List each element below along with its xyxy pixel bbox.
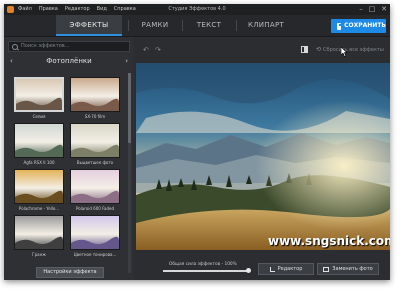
preview-hills: [71, 98, 119, 111]
effect-thumbnail[interactable]: Выцветшее фото: [70, 123, 120, 168]
scrollbar-thumb[interactable]: [128, 73, 131, 143]
effect-thumbnail[interactable]: Polaroid 600 Faded: [70, 169, 120, 214]
search-icon: [12, 44, 18, 50]
category-next-arrow-icon[interactable]: ›: [125, 56, 128, 67]
before-after-icon[interactable]: [301, 46, 308, 53]
menu-bar: Файл Правка Редактор Вид Справка: [18, 5, 136, 14]
close-icon[interactable]: ✕: [379, 4, 389, 15]
effect-thumbnail-label: Agfa RSX II 100: [23, 160, 55, 165]
maximize-icon[interactable]: □: [367, 4, 377, 15]
mouse-cursor-icon: [341, 47, 348, 57]
menu-edit[interactable]: Правка: [39, 5, 58, 14]
preview-hills: [16, 97, 62, 110]
canvas-toolbar: ↶ ↷ ⟲ Сбросить все эффекты: [136, 37, 390, 63]
editor-button[interactable]: Редактор: [258, 263, 314, 275]
menu-editor[interactable]: Редактор: [65, 5, 90, 14]
crop-icon: [269, 266, 275, 272]
replace-photo-label: Заменить фото: [332, 266, 373, 272]
category-selector: ‹ Фотоплёнки ›: [8, 56, 130, 67]
redo-icon[interactable]: ↷: [155, 46, 161, 54]
effect-thumbnail[interactable]: Polachrome - Yello...: [14, 169, 64, 214]
replace-photo-button[interactable]: Заменить фото: [317, 263, 379, 275]
menu-view[interactable]: Вид: [97, 5, 107, 14]
watermark-text: www.sngsnick.com: [268, 234, 390, 248]
search-input[interactable]: Поиск эффектов...: [8, 41, 130, 52]
search-placeholder: Поиск эффектов...: [21, 43, 70, 49]
bottom-bar: Общая сила эффектов - 100% Редактор Заме…: [136, 256, 390, 280]
effect-thumbnail[interactable]: Цветное тонирова...: [70, 215, 120, 260]
app-window: Файл Правка Редактор Вид Справка Студия …: [4, 4, 390, 280]
effect-thumbnail-label: SX-70 film: [84, 114, 106, 119]
slider-handle[interactable]: [245, 268, 251, 273]
menu-help[interactable]: Справка: [114, 5, 136, 14]
save-button-label: СОХРАНИТЬ: [344, 22, 386, 29]
save-button[interactable]: СОХРАНИТЬ: [331, 19, 386, 33]
tab-text[interactable]: ТЕКСТ: [182, 15, 236, 36]
effect-preview-image: [14, 169, 64, 204]
minimize-icon[interactable]: –: [356, 4, 366, 15]
effect-thumbnail[interactable]: SX-70 film: [70, 77, 120, 122]
slider-fill: [163, 270, 248, 272]
preview-hills: [15, 190, 63, 203]
effect-settings-button[interactable]: Настройки эффекта: [36, 267, 104, 278]
effect-preview-image: [14, 215, 64, 250]
preview-hills: [71, 144, 119, 157]
photo-canvas[interactable]: www.sngsnick.com: [136, 63, 390, 250]
preview-hills: [71, 190, 119, 203]
effect-thumbnail-label: Гранж: [32, 252, 46, 257]
effect-preview-image: [14, 123, 64, 158]
effects-sidebar: Поиск эффектов... ‹ Фотоплёнки › Сепия SX…: [4, 37, 134, 280]
reset-all-effects-link[interactable]: Сбросить все эффекты: [323, 46, 384, 54]
floppy-disk-icon: [337, 22, 343, 30]
effect-strength-slider[interactable]: [163, 268, 251, 273]
effect-thumbnail-label: Сепия: [32, 114, 46, 119]
tab-clipart[interactable]: КЛИПАРТ: [236, 15, 296, 36]
menu-file[interactable]: Файл: [18, 5, 32, 14]
title-bar: Файл Правка Редактор Вид Справка Студия …: [4, 4, 390, 15]
photo-icon: [323, 266, 330, 272]
preview-hills: [15, 144, 63, 157]
effect-preview-image: [70, 169, 120, 204]
effect-thumbnail-label: Polaroid 600 Faded: [75, 206, 115, 211]
effect-preview-image: [14, 77, 64, 112]
tab-frames[interactable]: РАМКИ: [128, 15, 182, 36]
effect-thumbnail[interactable]: Сепия: [14, 77, 64, 122]
category-title: Фотоплёнки: [46, 57, 92, 65]
tab-effects[interactable]: ЭФФЕКТЫ: [56, 15, 122, 36]
effect-preview-image: [70, 215, 120, 250]
effect-thumbnail[interactable]: Гранж: [14, 215, 64, 260]
preview-hills: [71, 236, 119, 249]
effects-scrollbar[interactable]: [128, 73, 131, 273]
landscape-photo: [136, 63, 390, 250]
effect-preview-image: [70, 123, 120, 158]
preview-hills: [15, 236, 63, 249]
reset-icon: ⟲: [316, 46, 322, 53]
effect-preview-image: [70, 77, 120, 112]
effect-thumbnail-label: Выцветшее фото: [76, 160, 114, 165]
effect-strength-label: Общая сила эффектов - 100%: [169, 262, 237, 267]
effect-thumbnail-label: Polachrome - Yello...: [18, 206, 60, 211]
editor-button-label: Редактор: [277, 266, 303, 272]
undo-icon[interactable]: ↶: [143, 46, 149, 54]
effect-thumbnail[interactable]: Agfa RSX II 100: [14, 123, 64, 168]
effect-thumbnail-label: Цветное тонирова...: [73, 252, 117, 257]
app-logo-icon: [7, 6, 14, 13]
